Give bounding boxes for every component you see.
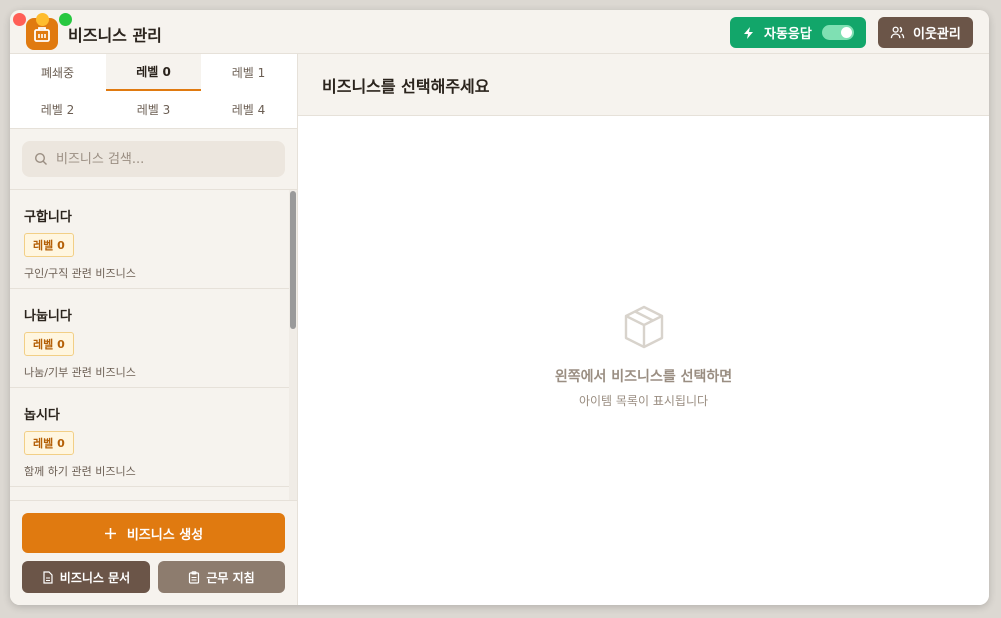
- window-minimize-button[interactable]: [36, 13, 49, 26]
- level-badge: 레벨 0: [24, 332, 74, 356]
- lightning-icon: [744, 26, 753, 39]
- main-header: 비즈니스를 선택해주세요: [298, 54, 989, 116]
- list-item[interactable]: 놉시다 레벨 0 함께 하기 관련 비즈니스: [10, 388, 289, 487]
- auto-reply-button[interactable]: 자동응답: [730, 17, 866, 48]
- create-business-button[interactable]: 비즈니스 생성: [22, 513, 285, 553]
- main-panel: 비즈니스를 선택해주세요 왼쪽에서 비즈니스를 선택하면 아이템 목록이 표시됩…: [298, 54, 989, 605]
- level-badge: 레벨 0: [24, 233, 74, 257]
- item-title: 놉시다: [24, 408, 60, 423]
- clipboard-icon: [189, 570, 200, 584]
- empty-state: 왼쪽에서 비즈니스를 선택하면 아이템 목록이 표시됩니다: [298, 304, 989, 409]
- package-icon: [622, 304, 666, 354]
- business-list: 구합니다 레벨 0 구인/구직 관련 비즈니스 나눕니다 레벨 0 나눔/기부 …: [10, 189, 297, 500]
- list-item[interactable]: 구합니다 레벨 0 구인/구직 관련 비즈니스: [10, 190, 289, 289]
- item-title: 구합니다: [24, 210, 72, 225]
- page-title: 비즈니스를 선택해주세요: [322, 76, 490, 96]
- plus-icon: [104, 527, 116, 539]
- item-description: 구인/구직 관련 비즈니스: [24, 267, 136, 280]
- work-guidelines-button[interactable]: 근무 지침: [158, 561, 285, 593]
- item-title: 나눕니다: [24, 309, 72, 324]
- list-scrollbar[interactable]: [289, 190, 297, 500]
- tab-level-4[interactable]: 레벨 4: [201, 91, 296, 128]
- item-description: 나눔/기부 관련 비즈니스: [24, 366, 136, 379]
- app-title: 비즈니스 관리: [68, 26, 162, 45]
- work-guidelines-label: 근무 지침: [206, 570, 255, 585]
- business-docs-label: 비즈니스 문서: [59, 570, 131, 585]
- create-business-label: 비즈니스 생성: [126, 527, 204, 543]
- tab-level-1[interactable]: 레벨 1: [201, 54, 296, 91]
- scrollbar-thumb[interactable]: [290, 191, 296, 329]
- empty-state-title: 왼쪽에서 비즈니스를 선택하면: [554, 369, 733, 385]
- search-input[interactable]: [56, 151, 266, 167]
- level-tabs: 폐쇄중 레벨 0 레벨 1 레벨 2 레벨 3 레벨 4: [10, 54, 297, 129]
- tab-level-2[interactable]: 레벨 2: [10, 91, 105, 128]
- tab-level-0[interactable]: 레벨 0: [106, 54, 201, 91]
- neighbor-management-button[interactable]: 이웃관리: [878, 17, 973, 48]
- list-item[interactable]: 나눕니다 레벨 0 나눔/기부 관련 비즈니스: [10, 289, 289, 388]
- document-icon: [43, 570, 53, 584]
- sidebar: 폐쇄중 레벨 0 레벨 1 레벨 2 레벨 3 레벨 4 구합니다 레벨 0 구…: [10, 54, 298, 605]
- neighbor-management-label: 이웃관리: [913, 27, 961, 42]
- business-docs-button[interactable]: 비즈니스 문서: [22, 561, 150, 593]
- auto-reply-label: 자동응답: [764, 27, 812, 42]
- sidebar-footer: 비즈니스 생성 비즈니스 문서 근무 지침: [10, 500, 297, 605]
- window-zoom-button[interactable]: [59, 13, 72, 26]
- list-item[interactable]: [10, 487, 289, 500]
- search-box[interactable]: [22, 141, 285, 177]
- window-close-button[interactable]: [13, 13, 26, 26]
- search-icon: [34, 152, 47, 165]
- empty-state-subtitle: 아이템 목록이 표시됩니다: [578, 394, 709, 408]
- title-bar: 비즈니스 관리 자동응답 이웃관리: [10, 10, 989, 54]
- tab-closed[interactable]: 폐쇄중: [10, 54, 105, 91]
- auto-reply-toggle[interactable]: [822, 25, 854, 40]
- users-icon: [890, 26, 905, 39]
- item-description: 함께 하기 관련 비즈니스: [24, 465, 136, 478]
- tab-level-3[interactable]: 레벨 3: [106, 91, 201, 128]
- level-badge: 레벨 0: [24, 431, 74, 455]
- app-window: 비즈니스 관리 자동응답 이웃관리 폐쇄중 레벨 0 레벨 1 레벨 2 레벨 …: [10, 10, 989, 605]
